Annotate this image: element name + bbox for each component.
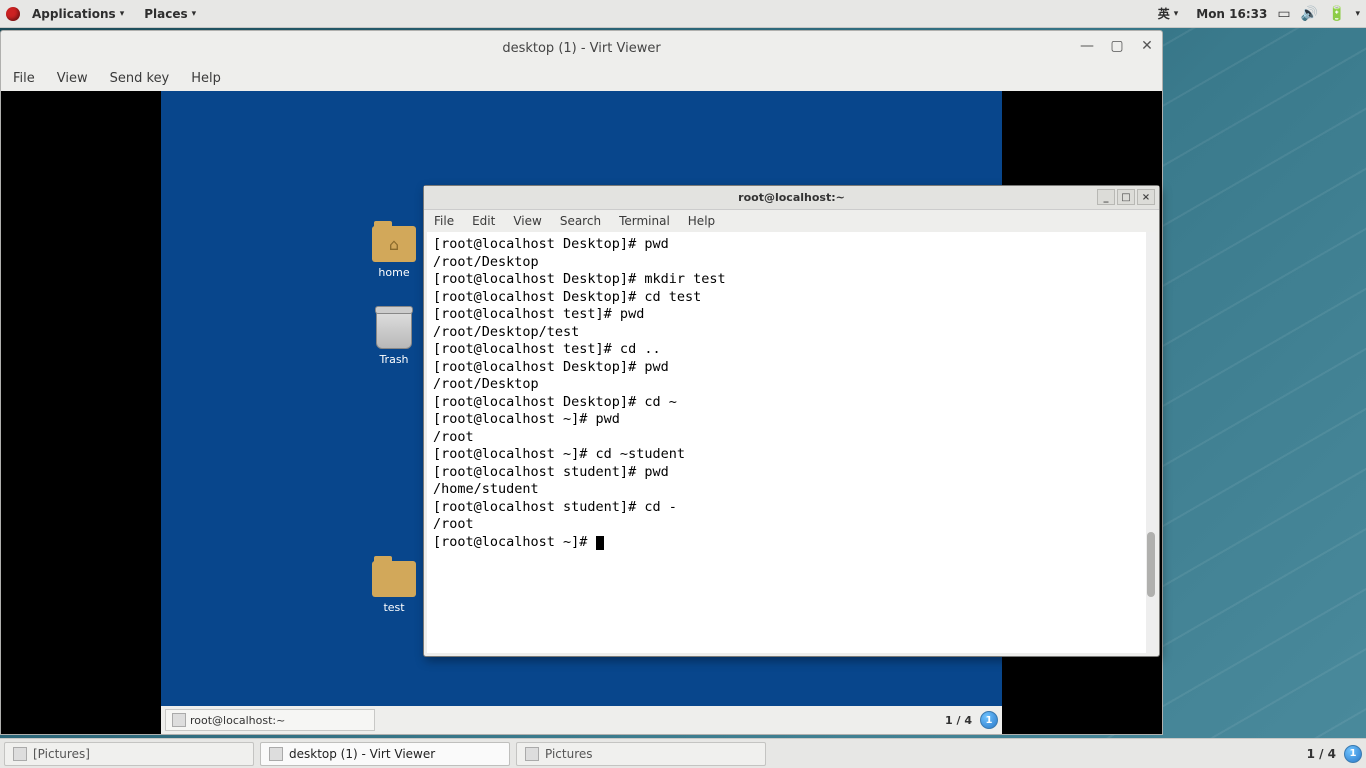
terminal-titlebar[interactable]: root@localhost:~ _ □ × <box>424 186 1159 210</box>
terminal-scrollbar[interactable] <box>1146 232 1156 653</box>
guest-workspace-badge[interactable]: 1 <box>980 711 998 729</box>
display-icon[interactable]: ▭ <box>1277 6 1290 22</box>
battery-icon[interactable]: 🔋 <box>1328 6 1345 22</box>
virt-menu-sendkey[interactable]: Send key <box>110 71 170 86</box>
close-button[interactable]: ✕ <box>1138 37 1156 55</box>
desktop-icon-trash[interactable]: Trash <box>359 309 429 366</box>
terminal-icon <box>172 713 186 727</box>
guest-task-terminal[interactable]: root@localhost:~ <box>165 709 375 731</box>
terminal-menu-view[interactable]: View <box>513 214 541 228</box>
terminal-cursor <box>596 536 604 550</box>
desktop-icon-home[interactable]: home <box>359 226 429 279</box>
maximize-button[interactable]: ▢ <box>1108 37 1126 55</box>
workspace-badge[interactable]: 1 <box>1344 745 1362 763</box>
minimize-button[interactable]: — <box>1078 37 1096 55</box>
terminal-window: root@localhost:~ _ □ × File Edit View Se… <box>423 185 1160 657</box>
guest-taskbar: root@localhost:~ 1 / 4 1 <box>161 706 1002 734</box>
virt-titlebar[interactable]: desktop (1) - Virt Viewer — ▢ ✕ <box>1 31 1162 65</box>
folder-icon <box>372 226 416 262</box>
terminal-menu-file[interactable]: File <box>434 214 454 228</box>
user-menu-caret[interactable]: ▾ <box>1355 9 1360 19</box>
clock[interactable]: Mon 16:33 <box>1196 7 1267 21</box>
virt-menu-file[interactable]: File <box>13 71 35 86</box>
terminal-close-button[interactable]: × <box>1137 189 1155 205</box>
workspace-indicator[interactable]: 1 / 4 <box>1307 747 1336 761</box>
guest-workspace-indicator[interactable]: 1 / 4 <box>945 714 972 727</box>
virt-title-text: desktop (1) - Virt Viewer <box>502 41 660 56</box>
gnome-top-panel: Applications▾ Places▾ 英▾ Mon 16:33 ▭ 🔊 🔋… <box>0 0 1366 28</box>
terminal-maximize-button[interactable]: □ <box>1117 189 1135 205</box>
virt-menu-help[interactable]: Help <box>191 71 221 86</box>
trash-icon <box>376 309 412 349</box>
scrollbar-thumb[interactable] <box>1147 532 1155 597</box>
task-pictures-2[interactable]: Pictures <box>516 742 766 766</box>
virt-menu-view[interactable]: View <box>57 71 88 86</box>
volume-icon[interactable]: 🔊 <box>1301 6 1318 22</box>
terminal-menubar: File Edit View Search Terminal Help <box>424 210 1159 232</box>
terminal-minimize-button[interactable]: _ <box>1097 189 1115 205</box>
applications-menu[interactable]: Applications▾ <box>24 4 132 24</box>
virt-menubar: File View Send key Help <box>1 65 1162 91</box>
terminal-menu-edit[interactable]: Edit <box>472 214 495 228</box>
redhat-icon <box>6 7 20 21</box>
ime-indicator[interactable]: 英▾ <box>1150 2 1187 25</box>
task-virt-viewer[interactable]: desktop (1) - Virt Viewer <box>260 742 510 766</box>
terminal-menu-help[interactable]: Help <box>688 214 715 228</box>
window-icon <box>269 747 283 761</box>
task-pictures-1[interactable]: [Pictures] <box>4 742 254 766</box>
terminal-body[interactable]: [root@localhost Desktop]# pwd /root/Desk… <box>427 232 1156 653</box>
terminal-title-text: root@localhost:~ <box>738 191 845 204</box>
desktop-icon-test[interactable]: test <box>359 561 429 614</box>
window-icon <box>13 747 27 761</box>
terminal-menu-search[interactable]: Search <box>560 214 601 228</box>
gnome-bottom-panel: [Pictures] desktop (1) - Virt Viewer Pic… <box>0 738 1366 768</box>
places-menu[interactable]: Places▾ <box>136 4 204 24</box>
terminal-menu-terminal[interactable]: Terminal <box>619 214 670 228</box>
window-icon <box>525 747 539 761</box>
folder-icon <box>372 561 416 597</box>
